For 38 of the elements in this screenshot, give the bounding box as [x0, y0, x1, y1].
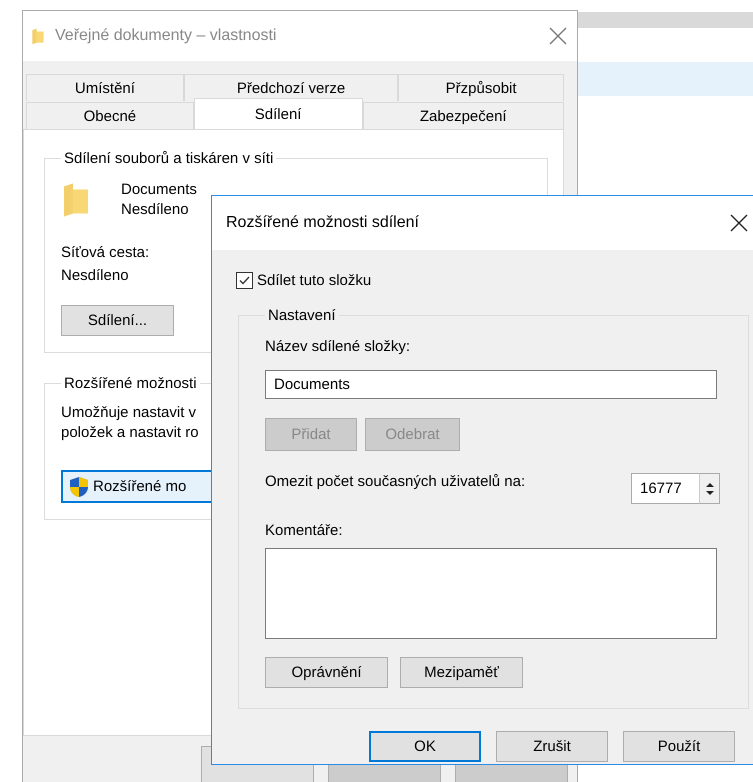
share-name-label: Název sdílené složky: — [265, 338, 410, 355]
share-status: Nesdíleno — [121, 201, 189, 218]
group-title: Rozšířené možnosti — [63, 375, 198, 392]
dialog-button[interactable]: OK — [369, 731, 481, 762]
check-icon — [239, 276, 250, 285]
comments-label: Komentáře: — [265, 522, 343, 539]
user-limit-field[interactable]: 16777 — [631, 473, 699, 504]
close-icon — [549, 27, 567, 45]
path-label: Síťová cesta: — [61, 244, 150, 261]
shield-icon — [69, 476, 89, 498]
caching-button[interactable]: Mezipaměť — [400, 657, 523, 688]
folder-icon — [31, 28, 45, 44]
share-checkbox[interactable]: Sdílet tuto složku — [236, 272, 750, 289]
spin-arrows-icon[interactable] — [699, 473, 720, 504]
group-title: Sdílení souborů a tiskáren v síti — [63, 150, 274, 167]
path-value: Nesdíleno — [61, 267, 129, 284]
tab[interactable]: Zabezpečení — [362, 102, 564, 129]
tab[interactable]: Přzpůsobit — [398, 74, 564, 101]
close-icon — [730, 214, 748, 232]
tab[interactable]: Obecné — [26, 102, 194, 129]
group-title: Nastavení — [267, 307, 337, 324]
folder-icon — [61, 182, 91, 218]
tab[interactable]: Sdílení — [194, 98, 362, 129]
share-button[interactable]: Sdílení... — [61, 305, 174, 336]
tab[interactable]: Umístění — [26, 74, 184, 101]
folder-name: Documents — [121, 181, 197, 198]
user-limit-label: Omezit počet současných uživatelů na: — [265, 473, 526, 490]
description-line: položek a nastavit ro — [61, 424, 199, 441]
tab[interactable]: Předchozí verze — [184, 74, 398, 101]
permissions-button[interactable]: Oprávnění — [265, 657, 388, 688]
share-name-field[interactable]: Documents — [265, 370, 717, 399]
dialog-button[interactable]: Použít — [623, 731, 735, 762]
comments-field[interactable] — [265, 548, 717, 639]
window-title: Veřejné dokumenty – vlastnosti — [55, 27, 278, 45]
dialog-title: Rozšířené možnosti sdílení — [226, 214, 420, 232]
close-button[interactable] — [728, 212, 750, 234]
dialog-button[interactable]: Zrušit — [496, 731, 608, 762]
description-line: Umožňuje nastavit v — [61, 404, 196, 421]
